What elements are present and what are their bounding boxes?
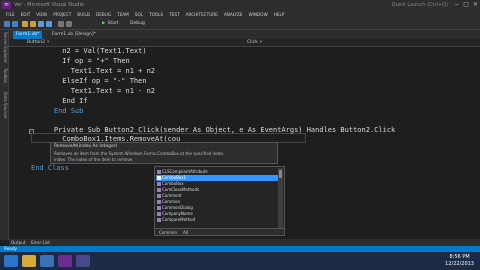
filter-all-tab[interactable]: All xyxy=(183,230,188,235)
class-icon xyxy=(157,170,161,174)
toolbox-tab[interactable]: Toolbox xyxy=(1,68,8,83)
menu-bar: FILE EDIT VIEW PROJECT BUILD DEBUG TEAM … xyxy=(0,10,480,19)
menu-edit[interactable]: EDIT xyxy=(21,10,31,19)
minimize-button[interactable]: − xyxy=(454,0,459,10)
method-dropdown[interactable]: Click ▾ xyxy=(247,40,262,46)
list-item[interactable]: CompanyName xyxy=(156,211,278,217)
parameter-info-tooltip: RemoveAt(index As Integer) Removes an it… xyxy=(50,142,278,164)
close-button[interactable]: ✕ xyxy=(473,0,478,10)
menu-analyze[interactable]: ANALYZE xyxy=(224,10,243,19)
media-icon[interactable] xyxy=(40,255,54,267)
method-description: Removes an item from the System.Windows.… xyxy=(54,151,225,156)
play-icon: ▶ xyxy=(102,21,106,26)
code-line: ElseIf op = "-" Then xyxy=(37,77,147,85)
menu-architecture[interactable]: ARCHITECTURE xyxy=(186,10,218,19)
visual-studio-logo-icon: ∞ xyxy=(2,1,11,9)
ie-icon[interactable] xyxy=(4,255,18,267)
list-item-selected[interactable]: ComboBox1 xyxy=(156,175,278,181)
tab-form1-code[interactable]: Form1.vb* xyxy=(13,31,43,39)
menu-tools[interactable]: TOOLS xyxy=(149,10,163,19)
menu-debug[interactable]: DEBUG xyxy=(96,10,111,19)
back-icon[interactable] xyxy=(4,21,10,27)
window-title: Ver - Microsoft Visual Studio xyxy=(14,2,84,8)
quick-launch[interactable]: Quick Launch (Ctrl+Q) xyxy=(392,1,448,9)
app-icon[interactable] xyxy=(76,255,90,267)
visual-studio-taskbar-icon[interactable] xyxy=(58,255,72,267)
completion-filter-tabs: Common All xyxy=(155,228,284,235)
filter-common-tab[interactable]: Common xyxy=(159,230,177,235)
code-line: End If xyxy=(37,97,88,105)
menu-team[interactable]: TEAM xyxy=(117,10,129,19)
chevron-down-icon: ▾ xyxy=(46,40,50,45)
enum-icon xyxy=(157,218,161,222)
data-sources-tab[interactable]: Data Sources xyxy=(1,92,8,119)
object-dropdown[interactable]: Button2 ▾ xyxy=(27,40,49,46)
new-project-icon[interactable] xyxy=(22,21,28,27)
field-icon xyxy=(157,176,161,180)
server-explorer-tab[interactable]: Server Explorer xyxy=(1,32,8,63)
config-dropdown[interactable]: Debug xyxy=(130,20,145,28)
list-item[interactable]: CompareMethod xyxy=(156,217,278,223)
menu-project[interactable]: PROJECT xyxy=(53,10,71,19)
forward-icon[interactable] xyxy=(12,21,18,27)
open-icon[interactable] xyxy=(30,21,36,27)
chevron-down-icon: ▾ xyxy=(259,40,262,45)
file-explorer-icon[interactable] xyxy=(22,255,36,267)
editor-gutter xyxy=(9,47,31,231)
list-item[interactable]: Common xyxy=(156,199,278,205)
menu-view[interactable]: VIEW xyxy=(36,10,47,19)
code-line: n2 = Val(Text1.Text) xyxy=(37,47,147,55)
code-line: If op = "+" Then xyxy=(37,57,130,65)
start-debug-button[interactable]: ▶ Start xyxy=(102,20,118,28)
redo-icon[interactable] xyxy=(66,21,72,27)
tab-output[interactable]: Output xyxy=(11,239,26,246)
windows-taskbar: 8:56 PM 12/22/2013 xyxy=(0,252,480,270)
class-icon xyxy=(157,194,161,198)
list-item[interactable]: ComCloseMethods xyxy=(156,187,278,193)
save-all-icon[interactable] xyxy=(46,21,52,27)
tab-error-list[interactable]: Error List xyxy=(31,239,50,246)
method-signature: RemoveAt(index As Integer) xyxy=(54,144,118,149)
property-icon xyxy=(157,212,161,216)
menu-sql[interactable]: SQL xyxy=(135,10,143,19)
code-line: Text1.Text = n1 + n2 xyxy=(37,67,156,75)
class-icon xyxy=(157,182,161,186)
title-bar: ∞ Ver - Microsoft Visual Studio Quick La… xyxy=(0,0,480,10)
completion-scrollbar[interactable] xyxy=(278,168,283,228)
system-clock: 8:56 PM 12/22/2013 xyxy=(445,254,474,267)
maximize-button[interactable]: □ xyxy=(463,0,469,10)
menu-build[interactable]: BUILD xyxy=(77,10,90,19)
code-line: End Class xyxy=(31,164,69,172)
toolbar: ▶ Start Debug xyxy=(0,19,480,30)
list-item[interactable]: ComboBox xyxy=(156,181,278,187)
code-line: Text1.Text = n1 - n2 xyxy=(37,87,156,95)
code-line: End Sub xyxy=(37,107,84,115)
list-item[interactable]: CommonDialog xyxy=(156,205,278,211)
left-tool-strip: Server Explorer Toolbox Data Sources xyxy=(0,30,9,240)
navigation-bar: Button2 ▾ Click ▾ xyxy=(9,39,480,47)
completion-list[interactable]: CLSCompliantAttribute ComboBox1 ComboBox… xyxy=(154,166,285,236)
document-tabs: Form1.vb* Form1.vb [Design]* xyxy=(9,30,480,39)
undo-icon[interactable] xyxy=(58,21,64,27)
class-icon xyxy=(157,200,161,204)
bottom-panel-tabs: Output Error List xyxy=(9,239,480,246)
class-icon xyxy=(157,206,161,210)
parameter-description: index: The index of the item to remove. xyxy=(54,157,134,162)
menu-help[interactable]: HELP xyxy=(274,10,285,19)
code-line: Private Sub Button2_Click(sender As Obje… xyxy=(37,126,396,134)
tab-form1-design[interactable]: Form1.vb [Design]* xyxy=(49,31,99,39)
list-item[interactable]: CLSCompliantAttribute xyxy=(156,169,278,175)
scrollbar-thumb[interactable] xyxy=(279,170,282,178)
list-item[interactable]: Comment xyxy=(156,193,278,199)
menu-test[interactable]: TEST xyxy=(169,10,179,19)
menu-window[interactable]: WINDOW xyxy=(249,10,268,19)
save-icon[interactable] xyxy=(38,21,44,27)
class-icon xyxy=(157,188,161,192)
menu-file[interactable]: FILE xyxy=(6,10,15,19)
